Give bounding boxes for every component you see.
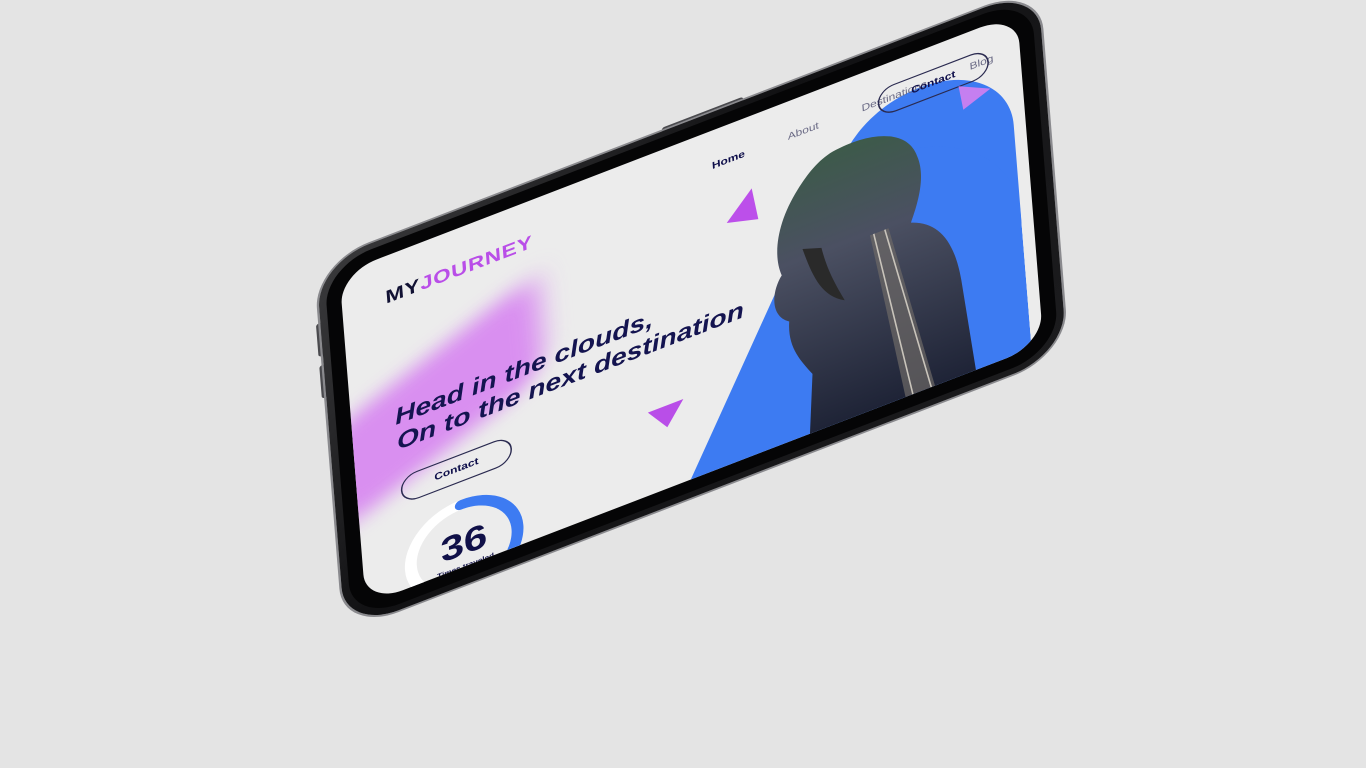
decorative-triangle — [647, 399, 686, 435]
tablet-device: MYJOURNEY Home About Destinations Blog C… — [315, 0, 1068, 631]
brand-logo-part2: JOURNEY — [419, 231, 534, 295]
nav-home[interactable]: Home — [712, 149, 746, 172]
nav-about[interactable]: About — [787, 120, 819, 143]
hero-portrait-image — [774, 136, 977, 437]
brand-logo-part1: MY — [384, 274, 422, 308]
website-screen: MYJOURNEY Home About Destinations Blog C… — [339, 13, 1044, 605]
